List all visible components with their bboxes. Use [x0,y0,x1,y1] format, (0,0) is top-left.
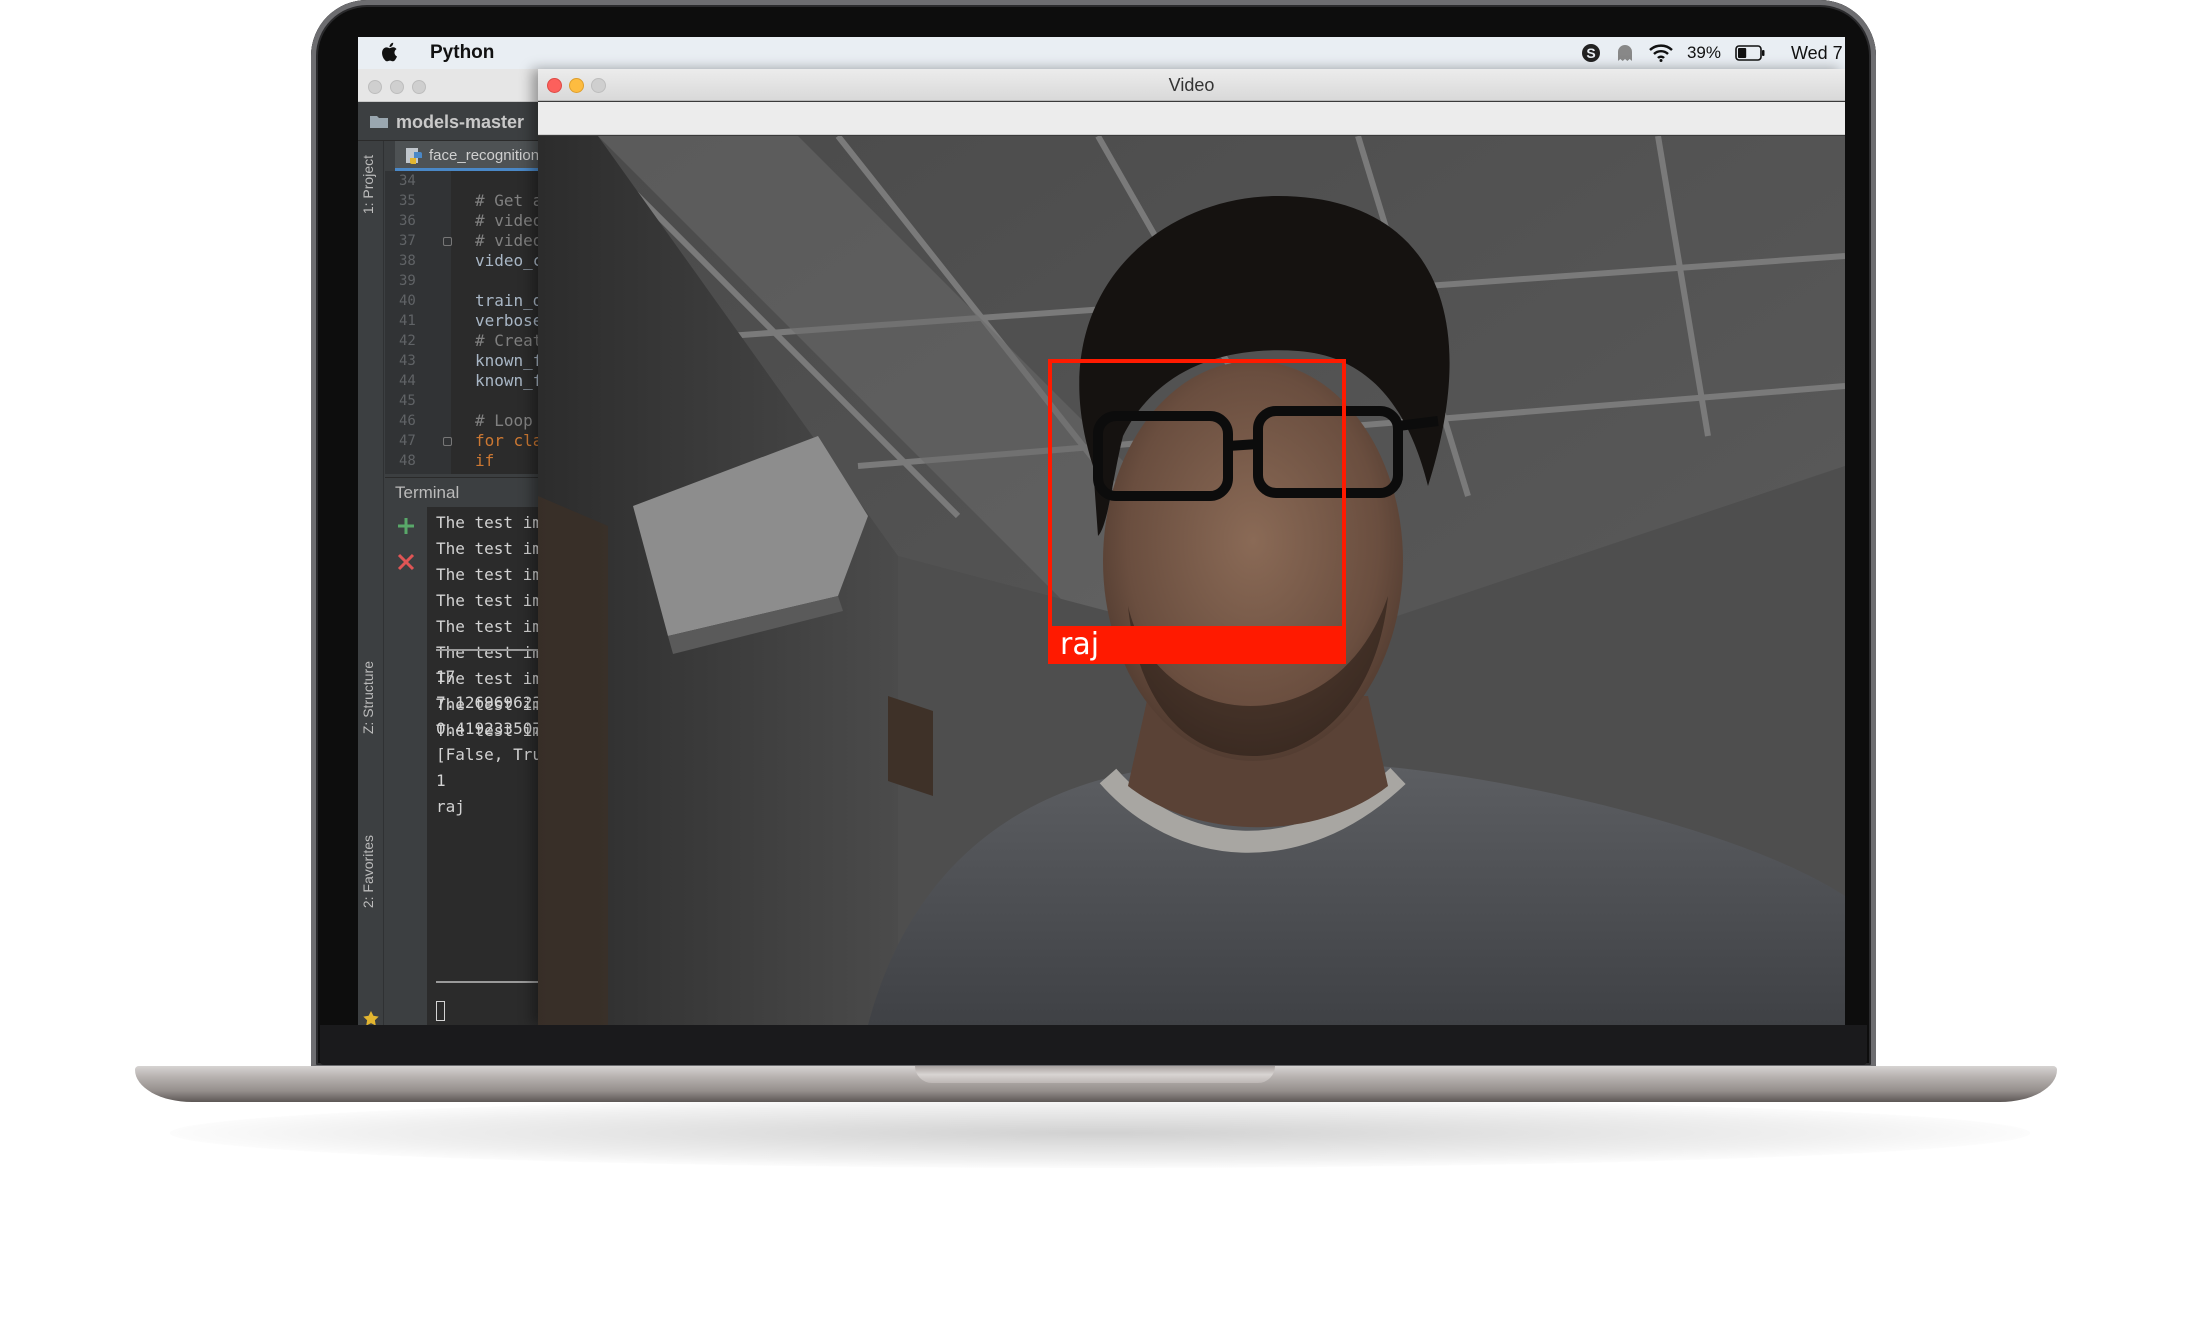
terminal-line: The test im [436,591,542,610]
terminal-line: 17 [436,667,456,686]
star-icon [363,1011,379,1025]
line-number: 46 [399,413,416,429]
tool-tab-favorites[interactable]: 2: Favorites [360,835,376,908]
code-text: # Get a [475,191,543,210]
terminal-cursor [436,1001,445,1021]
battery-icon[interactable] [1735,45,1765,61]
apple-icon[interactable] [380,41,400,63]
line-number: 42 [399,333,416,349]
laptop-notch [915,1066,1275,1083]
line-number: 37 [399,233,416,249]
ide-close-button[interactable] [368,80,382,94]
terminal-title[interactable]: Terminal [395,483,459,503]
skype-icon[interactable]: S [1581,43,1601,63]
video-minimize-button[interactable] [569,78,584,93]
line-number: 45 [399,393,416,409]
line-number: 44 [399,373,416,389]
laptop-shadow [170,1098,2030,1168]
line-number: 48 [399,453,416,469]
line-number: 40 [399,293,416,309]
fold-marker-icon[interactable] [443,237,452,246]
terminal-line: 7.126969623 [436,693,542,712]
terminal-line: 0.419233507 [436,719,542,738]
laptop-screen: Python S 39% Wed 7 models-master 1: Proj… [358,37,1845,1025]
code-text: # Loop [475,411,533,430]
video-window: Video raj [538,69,1845,1025]
ide-minimize-button[interactable] [390,80,404,94]
close-terminal-x-icon[interactable] [395,551,417,573]
editor-tab-label: face_recognition_ [429,147,548,164]
line-number: 39 [399,273,416,289]
door-frame-shape [538,496,608,1025]
terminal-toolbar [385,507,427,1025]
video-titlebar: Video [538,69,1845,101]
line-number: 35 [399,193,416,209]
svg-text:S: S [1586,45,1595,61]
python-file-icon [406,148,422,164]
fold-marker-icon[interactable] [443,437,452,446]
face-detection-label: raj [1048,626,1346,664]
menubar-clock[interactable]: Wed 7 [1791,43,1843,64]
new-terminal-plus-icon[interactable] [395,515,417,537]
app-menu-name[interactable]: Python [430,42,494,64]
menubar: Python S 39% Wed 7 [358,37,1845,69]
webcam-feed: raj [538,136,1845,1025]
wifi-icon[interactable] [1649,44,1673,62]
line-number: 34 [399,173,416,189]
face-detection-box [1048,359,1346,663]
menubar-tray: S 39% Wed 7 [1581,37,1845,69]
folder-icon [370,116,388,128]
terminal-line: The test im [436,643,542,662]
tool-tab-structure[interactable]: Z: Structure [360,661,376,734]
code-text: # video [475,231,543,250]
line-number: 36 [399,213,416,229]
code-text: for cla [475,431,543,450]
code-text: if [475,451,495,470]
code-text: known_f [475,371,543,390]
laptop-lid-chin [320,1025,1867,1065]
video-toolbar [538,102,1845,135]
wall-frame-shape [888,696,933,796]
terminal-line: The test im [436,513,542,532]
terminal-line: raj [436,797,465,816]
line-number: 38 [399,253,416,269]
terminal-line: The test im [436,539,542,558]
ide-zoom-button[interactable] [412,80,426,94]
video-window-title: Video [1168,75,1215,95]
ide-left-tool-strip: 1: Project Z: Structure 2: Favorites [358,141,384,1025]
terminal-line: 1 [436,771,446,790]
terminal-line: [False, Tru [436,745,542,764]
line-number: 41 [399,313,416,329]
code-text: video_c [475,251,543,270]
code-text: # video [475,211,543,230]
ghost-icon[interactable] [1615,43,1635,63]
breadcrumb-project[interactable]: models-master [396,112,524,133]
stage: Python S 39% Wed 7 models-master 1: Proj… [0,0,2204,1331]
code-text: # Creat [475,331,543,350]
video-close-button[interactable] [547,78,562,93]
terminal-line: The test im [436,565,542,584]
terminal-line: The test im [436,617,542,636]
line-number: 43 [399,353,416,369]
line-number: 47 [399,433,416,449]
battery-percent: 39% [1686,43,1721,62]
video-zoom-button[interactable] [591,78,606,93]
code-text: verbose [475,311,543,330]
tool-tab-project[interactable]: 1: Project [360,155,376,214]
code-text: known_f [475,351,543,370]
code-text: train_d [475,291,543,310]
